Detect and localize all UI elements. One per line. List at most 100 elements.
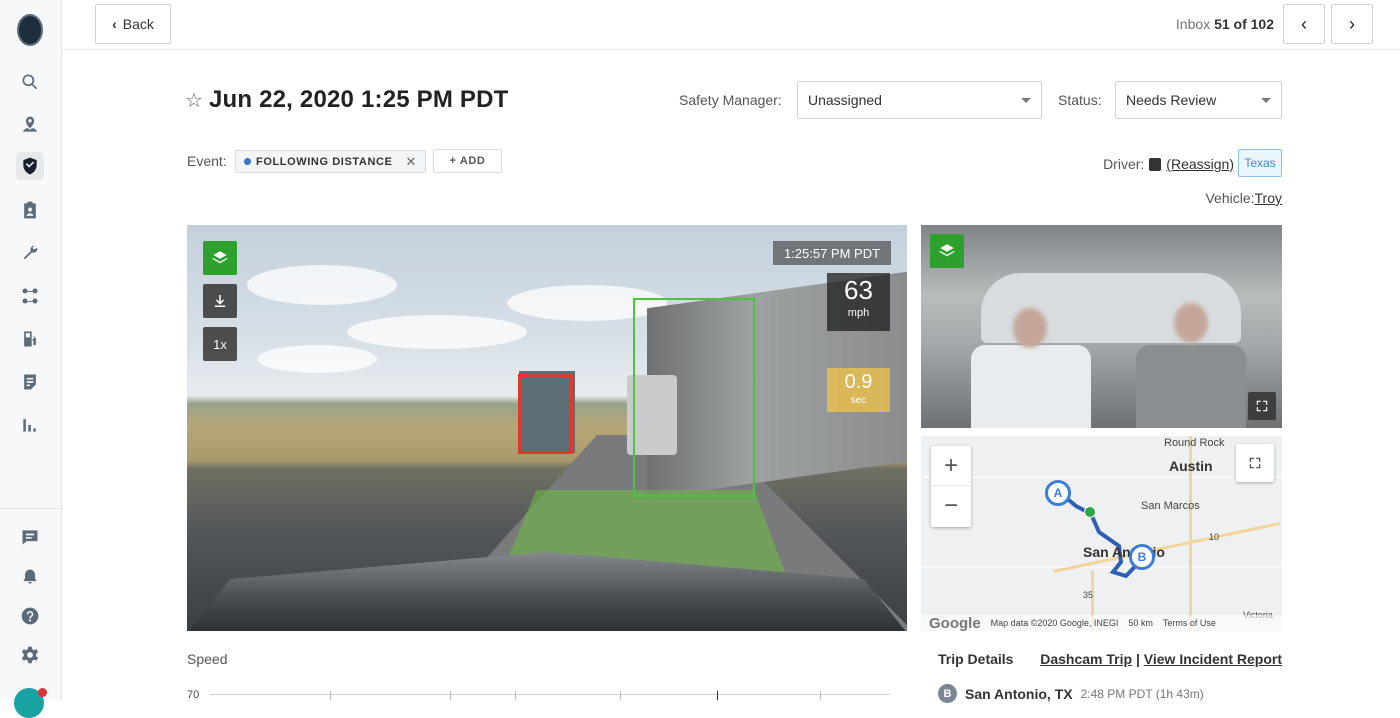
cloud [347, 315, 527, 349]
download-button[interactable] [203, 284, 237, 318]
playback-speed-button[interactable]: 1x [203, 327, 237, 361]
route-icon[interactable] [16, 282, 44, 310]
inbox-counter: Inbox 51 of 102 [1176, 16, 1274, 32]
bar-chart-icon[interactable] [16, 411, 44, 439]
inbox-prefix: Inbox [1175, 16, 1211, 32]
speed-axis-tick: 70 [187, 689, 200, 701]
next-button[interactable]: › [1331, 4, 1373, 44]
previous-button[interactable]: ‹ [1283, 4, 1325, 44]
map-terms-link[interactable]: Terms of Use [1163, 618, 1216, 628]
clipboard-icon[interactable] [16, 196, 44, 224]
fullscreen-icon [1249, 457, 1261, 469]
map-label-san-marcos: San Marcos [1141, 500, 1200, 512]
notification-dot [38, 688, 47, 697]
speed-unit: mph [847, 307, 870, 319]
route-line [1057, 490, 1145, 579]
event-tag-label: FOLLOWING DISTANCE [256, 155, 393, 168]
marker-b[interactable]: B [1129, 544, 1155, 570]
search-icon[interactable] [16, 68, 44, 96]
zoom-control: + − [931, 446, 971, 527]
event-label: Event: [187, 153, 227, 169]
speed-chart-tick [820, 691, 821, 700]
vehicle-row: Vehicle:Troy [1205, 190, 1282, 206]
add-event-button[interactable]: + ADD [433, 149, 502, 173]
status-label: Status: [1058, 92, 1102, 108]
speed-value: 63 [844, 275, 873, 305]
status-value: Needs Review [1126, 92, 1217, 108]
fullscreen-button[interactable] [1248, 392, 1276, 420]
cab-layers-button[interactable] [930, 234, 964, 268]
page-title: Jun 22, 2020 1:25 PM PDT [208, 86, 509, 113]
layers-button[interactable] [203, 241, 237, 275]
chevron-right-icon: › [1349, 13, 1355, 34]
reassign-link[interactable]: (Reassign) [1166, 156, 1234, 172]
speed-chart-gridline [210, 694, 890, 695]
speed-readout: 63 mph [827, 273, 890, 331]
driver-tag-texas[interactable]: Texas [1238, 149, 1282, 177]
speed-chart-tick [450, 691, 451, 700]
trip-map[interactable]: Austin Round Rock San Marcos San Antonio… [921, 436, 1282, 631]
fuel-icon[interactable] [16, 325, 44, 353]
vehicle-link[interactable]: Troy [1255, 190, 1282, 206]
marker-a[interactable]: A [1045, 480, 1071, 506]
stop-badge: B [938, 684, 957, 703]
map-pin-icon[interactable] [16, 111, 44, 139]
stop-city: San Antonio, TX [965, 685, 1073, 702]
topbar: ‹ Back Inbox 51 of 102 ‹ › [62, 0, 1400, 50]
forward-video[interactable]: 1x 1:25:57 PM PDT 63 mph 0.9 sec [187, 225, 907, 631]
speed-chart-tick [620, 691, 621, 700]
gap-unit: sec [850, 395, 867, 406]
passenger [971, 345, 1091, 428]
chevron-down-icon [1021, 98, 1031, 103]
speed-chart-cursor [717, 691, 718, 700]
layers-icon [939, 244, 955, 257]
wrench-icon[interactable] [16, 239, 44, 267]
dashcam-trip-link[interactable]: Dashcam Trip [1040, 651, 1132, 667]
speed-chart-tick [330, 691, 331, 700]
trip-details-label: Trip Details [938, 651, 1014, 667]
map-attribution: Map data ©2020 Google, INEGI [990, 618, 1119, 628]
chat-icon[interactable] [16, 523, 44, 551]
following-gap-readout: 0.9 sec [827, 368, 890, 412]
cab-video[interactable] [921, 225, 1282, 428]
lead-vehicle-box [518, 374, 573, 454]
close-icon[interactable]: ✕ [405, 154, 417, 170]
safety-manager-value: Unassigned [808, 92, 882, 108]
driver-row: Driver: (Reassign) [1103, 156, 1234, 172]
incident-report-link[interactable]: View Incident Report [1144, 651, 1282, 667]
trip-stop-row: B San Antonio, TX 2:48 PM PDT (1h 43m) [938, 684, 1204, 703]
zoom-out-button[interactable]: − [931, 486, 971, 526]
vehicle-label: Vehicle: [1205, 190, 1255, 206]
driver-head [1174, 303, 1208, 343]
fullscreen-icon [1256, 400, 1268, 412]
bell-icon[interactable] [16, 563, 44, 591]
star-icon[interactable]: ☆ [185, 88, 203, 113]
gear-icon[interactable] [16, 641, 44, 669]
title-row: ☆ Jun 22, 2020 1:25 PM PDT [185, 86, 509, 114]
driver-figure [1136, 345, 1246, 428]
driver-label: Driver: [1103, 156, 1145, 172]
driver-badge-icon [1149, 157, 1162, 171]
event-location-dot[interactable] [1084, 506, 1096, 518]
zoom-in-button[interactable]: + [931, 446, 971, 486]
cloud [257, 345, 377, 373]
shield-icon[interactable] [16, 152, 44, 180]
help-icon[interactable] [16, 602, 44, 630]
trip-links: Dashcam Trip | View Incident Report [1040, 651, 1282, 667]
layers-icon [212, 251, 228, 264]
chevron-left-icon: ‹ [112, 16, 117, 32]
back-label: Back [122, 16, 154, 32]
map-footer: Google Map data ©2020 Google, INEGI 50 k… [921, 615, 1282, 631]
back-button[interactable]: ‹ Back [95, 4, 171, 44]
status-select[interactable]: Needs Review [1115, 81, 1282, 119]
speed-section-label: Speed [187, 651, 228, 667]
map-label-round-rock: Round Rock [1164, 437, 1225, 449]
map-scale: 50 km [1128, 618, 1153, 628]
highway-shield-10: 10 [1209, 532, 1220, 542]
highway-shield-35: 35 [1083, 590, 1094, 600]
document-icon[interactable] [16, 368, 44, 396]
event-tag[interactable]: FOLLOWING DISTANCE ✕ [235, 150, 426, 173]
logo-icon[interactable] [17, 14, 43, 46]
map-fullscreen-button[interactable] [1236, 444, 1274, 482]
safety-manager-select[interactable]: Unassigned [797, 81, 1042, 119]
